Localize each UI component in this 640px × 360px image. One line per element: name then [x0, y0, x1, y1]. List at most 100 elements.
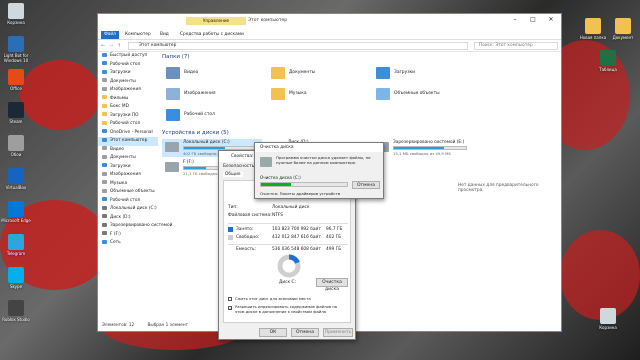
- desktop-icon[interactable]: Новая папка: [578, 18, 608, 45]
- index-checkbox[interactable]: ✓: [228, 306, 232, 311]
- folder-label: Музыка: [289, 91, 307, 96]
- folders-grid: Видео Документы Загрузки Изображения Музыка О…: [162, 64, 492, 128]
- app-icon: [585, 18, 601, 34]
- desktop-icon[interactable]: VirtualBox: [1, 168, 31, 195]
- sidebar-item-label: Рабочий стол: [110, 61, 141, 67]
- cleanup-cancel-button[interactable]: Отмена: [352, 181, 380, 189]
- cleanup-progress-bar: [260, 182, 348, 187]
- desktop-icon[interactable]: Office: [1, 69, 31, 96]
- sidebar-item-label: Фильмы: [110, 95, 129, 101]
- sidebar-item[interactable]: Загрузки ПО: [98, 112, 158, 121]
- apply-button[interactable]: Применить: [323, 328, 353, 337]
- desktop-icon[interactable]: Telegram: [1, 234, 31, 261]
- back-icon[interactable]: ←: [101, 43, 105, 49]
- address-bar[interactable]: Этот компьютер: [128, 42, 468, 50]
- sidebar-item[interactable]: Музыка: [98, 180, 158, 189]
- desktop-icon[interactable]: Roblox Studio: [1, 300, 31, 327]
- forward-icon[interactable]: →: [109, 43, 113, 49]
- desktop-icon[interactable]: Light Bot for Windows 10: [1, 36, 31, 63]
- ribbon-computer-tab[interactable]: Компьютер: [125, 32, 151, 37]
- sidebar-item[interactable]: Диск (D:): [98, 214, 158, 223]
- desktop-icon[interactable]: Microsoft Edge: [1, 201, 31, 228]
- ribbon-drive-tools-tab[interactable]: Средства работы с дисками: [180, 32, 244, 37]
- sidebar-item[interactable]: Рабочий стол: [98, 197, 158, 206]
- desktop-icon[interactable]: Обои: [1, 135, 31, 162]
- ok-button[interactable]: ОК: [259, 328, 287, 337]
- folder-label: Объемные объекты: [394, 91, 440, 96]
- sidebar-item[interactable]: Изображения: [98, 171, 158, 180]
- desktop-icon-label: Light Bot for Windows 10: [3, 53, 29, 63]
- up-icon[interactable]: ↑: [117, 43, 121, 49]
- desktop-icon[interactable]: Документ: [608, 18, 638, 45]
- folder-item[interactable]: Рабочий стол: [162, 106, 262, 130]
- app-icon: [615, 18, 631, 34]
- sidebar-item-label: Документы: [110, 155, 136, 160]
- compress-checkbox[interactable]: [228, 297, 232, 301]
- sidebar-item[interactable]: Документы: [98, 154, 158, 163]
- free-gb: 402 ГБ: [326, 235, 342, 240]
- sidebar-item[interactable]: Документы: [98, 78, 158, 87]
- close-button[interactable]: ✕: [544, 16, 558, 26]
- drives-group-header[interactable]: Устройства и диски (5): [162, 130, 229, 136]
- sidebar-item[interactable]: Изображения: [98, 86, 158, 95]
- used-bytes: 103 823 700 992 байт: [272, 227, 321, 232]
- sidebar-item[interactable]: Сеть: [98, 239, 158, 248]
- desktop-icon-label: Новая папка: [579, 35, 607, 40]
- manage-tab[interactable]: Управление: [186, 17, 246, 25]
- maximize-button[interactable]: □: [526, 16, 540, 26]
- sidebar-item[interactable]: Загрузки: [98, 163, 158, 172]
- sidebar-item-label: Музыка: [110, 180, 128, 186]
- sidebar-item[interactable]: Рабочий стол: [98, 61, 158, 70]
- ribbon-view-tab[interactable]: Вид: [160, 32, 169, 37]
- sidebar-item[interactable]: Рабочий стол: [98, 120, 158, 129]
- folder-icon: [102, 120, 107, 125]
- type-value: Локальный диск: [272, 205, 310, 210]
- sidebar-item-label: F (F:): [110, 231, 121, 237]
- folder-icon: [376, 67, 390, 79]
- sidebar-item[interactable]: Зарезервировано системой: [98, 222, 172, 231]
- cleanup-icon: [260, 157, 272, 167]
- folder-icon: [271, 88, 285, 100]
- desktop-icon[interactable]: Skype: [1, 267, 31, 294]
- cancel-button[interactable]: Отмена: [291, 328, 319, 337]
- folder-icon: [102, 214, 107, 218]
- sidebar-item[interactable]: Быстрый доступ: [98, 52, 158, 61]
- ribbon-file-tab[interactable]: Файл: [101, 31, 119, 39]
- folder-item[interactable]: Объемные объекты: [372, 85, 472, 109]
- sidebar-item[interactable]: Фильмы: [98, 95, 158, 104]
- drive-item[interactable]: Зарезервировано системой (E:) 15,1 МБ сво…: [372, 139, 472, 157]
- cleanup-progress-fill: [261, 183, 292, 186]
- desktop-icon-label: Office: [10, 86, 22, 91]
- folder-icon: [102, 112, 107, 116]
- tab-security[interactable]: Безопасность: [223, 164, 254, 169]
- sidebar-item[interactable]: Бокс MD: [98, 103, 158, 112]
- sidebar-item[interactable]: Локальный диск (C:): [98, 205, 158, 214]
- sidebar-item[interactable]: OneDrive - Personal: [98, 129, 158, 138]
- folder-item[interactable]: Музыка: [267, 85, 367, 109]
- desktop-icon-label: Microsoft Edge: [1, 218, 31, 223]
- used-gb: 96,7 ГБ: [326, 227, 343, 232]
- search-input[interactable]: Поиск: Этот компьютер: [474, 42, 558, 50]
- divider: [228, 244, 348, 245]
- type-label: Тип:: [228, 205, 238, 210]
- sidebar-item[interactable]: Объемные объекты: [98, 188, 158, 197]
- folder-icon: [102, 52, 107, 57]
- desktop-icon[interactable]: Steam: [1, 102, 31, 129]
- cleanup-status: Очистка: Пакеты драйверов устройств: [260, 191, 341, 196]
- sidebar-item[interactable]: Загрузки: [98, 69, 158, 78]
- sidebar-item[interactable]: F (F:): [98, 231, 158, 240]
- disk-cleanup-button[interactable]: Очистка диска: [316, 278, 348, 292]
- folders-group-header[interactable]: Папки (7): [162, 54, 190, 60]
- sidebar-item[interactable]: Этот компьютер: [98, 137, 158, 146]
- minimize-button[interactable]: –: [508, 16, 522, 26]
- drive-free-space: 15,1 МБ свободно из 49,9 МБ: [393, 151, 451, 156]
- desktop-icon[interactable]: Таблица: [593, 50, 623, 77]
- divider: [228, 223, 348, 224]
- sidebar-item[interactable]: Видео: [98, 146, 158, 155]
- folder-icon: [102, 205, 107, 210]
- tab-general[interactable]: Общие: [223, 172, 243, 177]
- sidebar-item-label: Рабочий стол: [110, 197, 141, 203]
- desktop-icon[interactable]: Корзина: [1, 3, 31, 30]
- folder-icon: [102, 188, 107, 193]
- desktop-icon[interactable]: Корзина: [593, 308, 623, 335]
